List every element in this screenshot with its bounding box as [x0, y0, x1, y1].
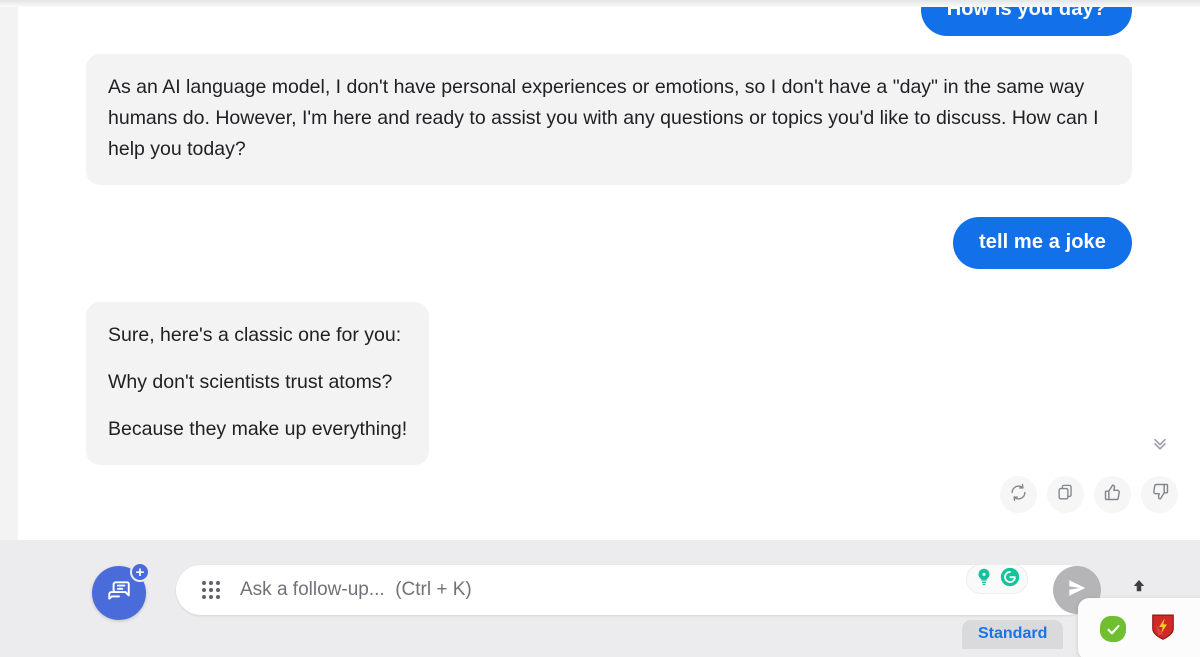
new-chat-button[interactable]: + [92, 562, 150, 620]
message-actions-toolbar [1000, 476, 1178, 513]
mode-standard-tab[interactable]: Standard [962, 620, 1064, 649]
grammarly-logo-icon[interactable] [999, 566, 1021, 593]
assistant-paragraph: Sure, here's a classic one for you: [108, 324, 402, 346]
composer-input-container[interactable] [176, 565, 1092, 615]
apps-grid-icon[interactable] [200, 579, 222, 601]
writing-assistant-widget[interactable] [966, 564, 1028, 594]
scroll-to-bottom-button[interactable] [1147, 432, 1173, 458]
user-message-bubble: How is you day? [920, 7, 1132, 36]
copy-button[interactable] [1047, 476, 1084, 513]
assistant-message-bubble: Sure, here's a classic one for you: Why … [86, 302, 430, 465]
extension-popup-card [1078, 598, 1200, 657]
search-input[interactable] [240, 579, 1074, 601]
new-chat-plus-badge[interactable]: + [130, 562, 150, 582]
conversation-scroll-area[interactable]: How is you day? As an AI language model,… [18, 7, 1200, 540]
message-row-assistant: Sure, here's a classic one for you: Why … [18, 302, 1200, 465]
user-message-bubble: tell me a joke [952, 217, 1132, 269]
message-row-assistant: As an AI language model, I don't have pe… [18, 54, 1200, 185]
top-edge-band [0, 0, 1200, 7]
assistant-paragraph: Why don't scientists trust atoms? [108, 371, 393, 393]
thumbs-down-icon [1150, 482, 1170, 507]
thumbs-down-button[interactable] [1141, 476, 1178, 513]
scroll-to-top-button[interactable] [1130, 576, 1150, 598]
new-chat-icon [106, 578, 132, 609]
message-row-user: tell me a joke [18, 217, 1200, 269]
chat-app-window: How is you day? As an AI language model,… [0, 0, 1200, 657]
copy-icon [1056, 483, 1075, 507]
left-gutter [0, 7, 18, 540]
green-check-icon[interactable] [1100, 616, 1126, 642]
lightbulb-icon[interactable] [973, 566, 995, 593]
thumbs-up-icon [1103, 482, 1123, 507]
message-row-user: How is you day? [18, 7, 1200, 36]
red-shield-icon[interactable] [1150, 613, 1176, 646]
assistant-paragraph: As an AI language model, I don't have pe… [108, 76, 1099, 160]
assistant-paragraph: Because they make up everything! [108, 418, 408, 440]
regenerate-button[interactable] [1000, 476, 1037, 513]
regenerate-icon [1009, 483, 1028, 507]
double-chevron-down-icon [1150, 433, 1170, 458]
thumbs-up-button[interactable] [1094, 476, 1131, 513]
assistant-message-bubble: As an AI language model, I don't have pe… [86, 54, 1132, 185]
